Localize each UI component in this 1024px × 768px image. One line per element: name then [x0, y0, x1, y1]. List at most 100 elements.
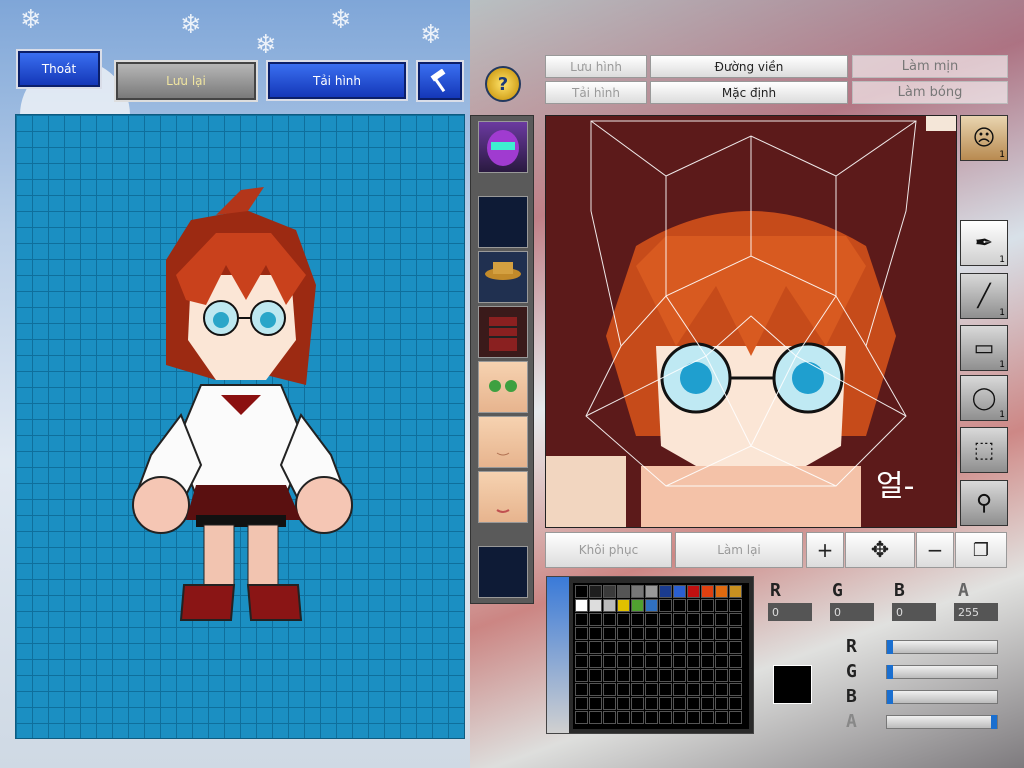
palette-swatch[interactable] — [645, 599, 658, 612]
palette-swatch[interactable] — [673, 683, 686, 696]
default-button[interactable]: Mặc định — [650, 81, 848, 104]
palette-swatch[interactable] — [701, 641, 714, 654]
palette-swatch[interactable] — [687, 669, 700, 682]
palette-swatch[interactable] — [603, 669, 616, 682]
minus-button[interactable]: − — [916, 532, 954, 568]
palette-swatch[interactable] — [659, 641, 672, 654]
palette-swatch[interactable] — [617, 613, 630, 626]
palette-swatch[interactable] — [645, 585, 658, 598]
palette-swatch[interactable] — [603, 641, 616, 654]
palette-swatch[interactable] — [603, 711, 616, 724]
palette-swatch[interactable] — [729, 599, 742, 612]
palette-swatch[interactable] — [589, 613, 602, 626]
palette-swatch[interactable] — [715, 627, 728, 640]
palette-swatch[interactable] — [701, 711, 714, 724]
hammer-button[interactable] — [416, 60, 464, 102]
a-value-field[interactable]: 255 — [954, 603, 998, 621]
palette-swatch[interactable] — [645, 683, 658, 696]
palette-swatch[interactable] — [729, 683, 742, 696]
palette-swatch[interactable] — [589, 697, 602, 710]
palette-swatch[interactable] — [715, 585, 728, 598]
palette-swatch[interactable] — [645, 613, 658, 626]
palette-swatch[interactable] — [659, 627, 672, 640]
save-button[interactable]: Lưu lại — [114, 60, 258, 102]
palette-swatch[interactable] — [687, 641, 700, 654]
palette-swatch[interactable] — [645, 697, 658, 710]
palette-swatch[interactable] — [617, 655, 630, 668]
palette-swatch[interactable] — [701, 683, 714, 696]
b-value-field[interactable]: 0 — [892, 603, 936, 621]
palette-swatch[interactable] — [659, 697, 672, 710]
palette-swatch[interactable] — [589, 655, 602, 668]
palette-swatch[interactable] — [603, 683, 616, 696]
palette-swatch[interactable] — [673, 697, 686, 710]
part-slot-helmet[interactable] — [478, 121, 528, 173]
palette-swatch[interactable] — [603, 655, 616, 668]
palette-scrollbar[interactable] — [547, 577, 569, 733]
palette-swatch[interactable] — [687, 627, 700, 640]
palette-swatch[interactable] — [575, 599, 588, 612]
palette-swatch[interactable] — [645, 711, 658, 724]
palette-swatch[interactable] — [575, 613, 588, 626]
palette-swatch[interactable] — [715, 697, 728, 710]
shade-button[interactable]: Làm bóng — [852, 81, 1008, 104]
palette-swatch[interactable] — [715, 599, 728, 612]
move-button[interactable]: ✥ — [845, 532, 915, 568]
part-slot-eyes[interactable] — [478, 361, 528, 413]
restore-button[interactable]: Khôi phục — [545, 532, 672, 568]
palette-swatch[interactable] — [617, 627, 630, 640]
palette-swatch[interactable] — [575, 655, 588, 668]
palette-swatch[interactable] — [701, 655, 714, 668]
palette-swatch[interactable] — [729, 697, 742, 710]
palette-swatch[interactable] — [701, 669, 714, 682]
palette-swatch[interactable] — [603, 697, 616, 710]
smooth-button[interactable]: Làm mịn — [852, 55, 1008, 78]
palette-swatch[interactable] — [687, 683, 700, 696]
palette-swatch[interactable] — [701, 697, 714, 710]
b-slider-knob[interactable] — [887, 690, 893, 704]
r-slider[interactable] — [886, 640, 998, 654]
palette-swatch[interactable] — [715, 641, 728, 654]
palette-swatch[interactable] — [673, 641, 686, 654]
palette-swatch[interactable] — [729, 627, 742, 640]
palette-swatch[interactable] — [603, 613, 616, 626]
palette-swatch[interactable] — [729, 641, 742, 654]
palette-swatch[interactable] — [575, 683, 588, 696]
palette-swatch[interactable] — [617, 669, 630, 682]
palette-swatch[interactable] — [673, 655, 686, 668]
palette-swatch[interactable] — [659, 585, 672, 598]
palette-swatch[interactable] — [603, 627, 616, 640]
palette-swatch[interactable] — [617, 697, 630, 710]
palette-swatch[interactable] — [589, 627, 602, 640]
layers-button[interactable]: ❐ — [955, 532, 1007, 568]
palette-swatch[interactable] — [589, 683, 602, 696]
pen-tool[interactable]: ✒ 1 — [960, 220, 1008, 266]
palette-swatch[interactable] — [603, 585, 616, 598]
palette-swatch[interactable] — [729, 613, 742, 626]
palette-swatch[interactable] — [659, 669, 672, 682]
redo-button[interactable]: Làm lại — [675, 532, 803, 568]
character-preview-canvas[interactable] — [15, 114, 465, 739]
palette-swatch[interactable] — [673, 613, 686, 626]
palette-swatch[interactable] — [701, 599, 714, 612]
palette-swatch[interactable] — [701, 627, 714, 640]
palette-swatch[interactable] — [575, 585, 588, 598]
palette-swatch[interactable] — [715, 613, 728, 626]
help-button[interactable]: ? — [485, 66, 521, 102]
g-slider-knob[interactable] — [887, 665, 893, 679]
avatar-tool[interactable]: ☹ 1 — [960, 115, 1008, 161]
palette-swatch[interactable] — [701, 613, 714, 626]
exit-button[interactable]: Thoát — [16, 49, 102, 89]
palette-swatch[interactable] — [687, 697, 700, 710]
palette-swatch[interactable] — [687, 599, 700, 612]
palette-swatch[interactable] — [617, 585, 630, 598]
g-value-field[interactable]: 0 — [830, 603, 874, 621]
palette-swatch[interactable] — [631, 585, 644, 598]
palette-swatch[interactable] — [575, 697, 588, 710]
add-button[interactable]: + — [806, 532, 844, 568]
palette-swatch[interactable] — [729, 585, 742, 598]
palette-swatch[interactable] — [617, 683, 630, 696]
reload-image-button[interactable]: Tải hình — [266, 60, 408, 101]
palette-swatch[interactable] — [589, 711, 602, 724]
palette-swatch[interactable] — [631, 599, 644, 612]
